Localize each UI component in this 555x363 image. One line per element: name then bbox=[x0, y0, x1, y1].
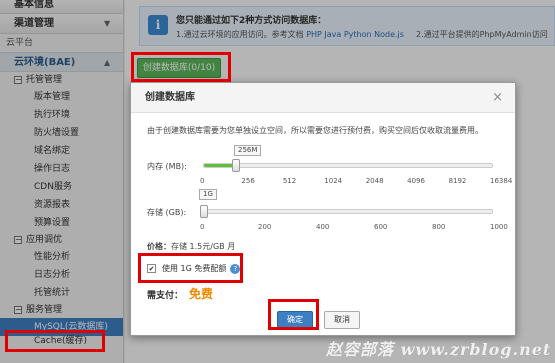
pay-value: 免费 bbox=[189, 287, 214, 301]
price-value: 存储 1.5元/GB 月 bbox=[171, 242, 236, 251]
create-database-dialog: 创建数据库 × 由于创建数据库需要为您单独设立空间，所以需要您进行预付费，购买空… bbox=[130, 82, 516, 336]
dialog-description: 由于创建数据库需要为您单独设立空间，所以需要您进行预付费，购买空间后仅收取流量费… bbox=[147, 126, 483, 135]
price-label: 价格： bbox=[147, 242, 171, 251]
pay-row: 需支付： 免费 bbox=[147, 285, 213, 302]
slider-tick-label: 4096 bbox=[407, 177, 425, 185]
storage-value: 1G bbox=[199, 189, 217, 200]
highlight-confirm bbox=[268, 299, 319, 330]
highlight-create-button bbox=[131, 52, 231, 82]
slider-tick-label: 1024 bbox=[324, 177, 343, 185]
close-icon[interactable]: × bbox=[492, 91, 503, 105]
slider-tick-label: 0 bbox=[200, 223, 205, 231]
pay-label: 需支付： bbox=[147, 291, 184, 301]
slider-tick-label: 800 bbox=[432, 223, 446, 231]
memory-slider-handle[interactable] bbox=[232, 159, 241, 172]
slider-tick-label: 16384 bbox=[490, 177, 513, 185]
highlight-mysql bbox=[5, 330, 105, 352]
slider-tick-label: 400 bbox=[316, 223, 330, 231]
slider-tick-label: 1000 bbox=[490, 223, 508, 231]
watermark: 赵容部落 www.zrblog.net bbox=[326, 340, 552, 359]
slider-tick-label: 512 bbox=[282, 177, 297, 185]
memory-value: 256M bbox=[234, 145, 262, 156]
memory-slider-fill bbox=[204, 164, 236, 167]
storage-label: 存储 (GB): bbox=[147, 208, 187, 217]
slider-tick-label: 0 bbox=[200, 177, 205, 185]
slider-tick-label: 2048 bbox=[365, 177, 384, 185]
memory-slider[interactable] bbox=[203, 159, 493, 172]
slider-tick-label: 256 bbox=[241, 177, 255, 185]
dialog-title: 创建数据库 bbox=[131, 83, 515, 113]
price-row: 价格：存储 1.5元/GB 月 bbox=[147, 241, 235, 252]
slider-tick-label: 600 bbox=[374, 223, 388, 231]
highlight-free-quota bbox=[138, 253, 243, 283]
memory-label: 内存 (MB): bbox=[147, 162, 187, 171]
storage-slider[interactable] bbox=[200, 205, 493, 218]
slider-tick-label: 8192 bbox=[448, 177, 467, 185]
storage-slider-handle[interactable] bbox=[200, 205, 208, 218]
slider-tick-label: 200 bbox=[258, 223, 272, 231]
cancel-button[interactable]: 取消 bbox=[324, 311, 360, 329]
